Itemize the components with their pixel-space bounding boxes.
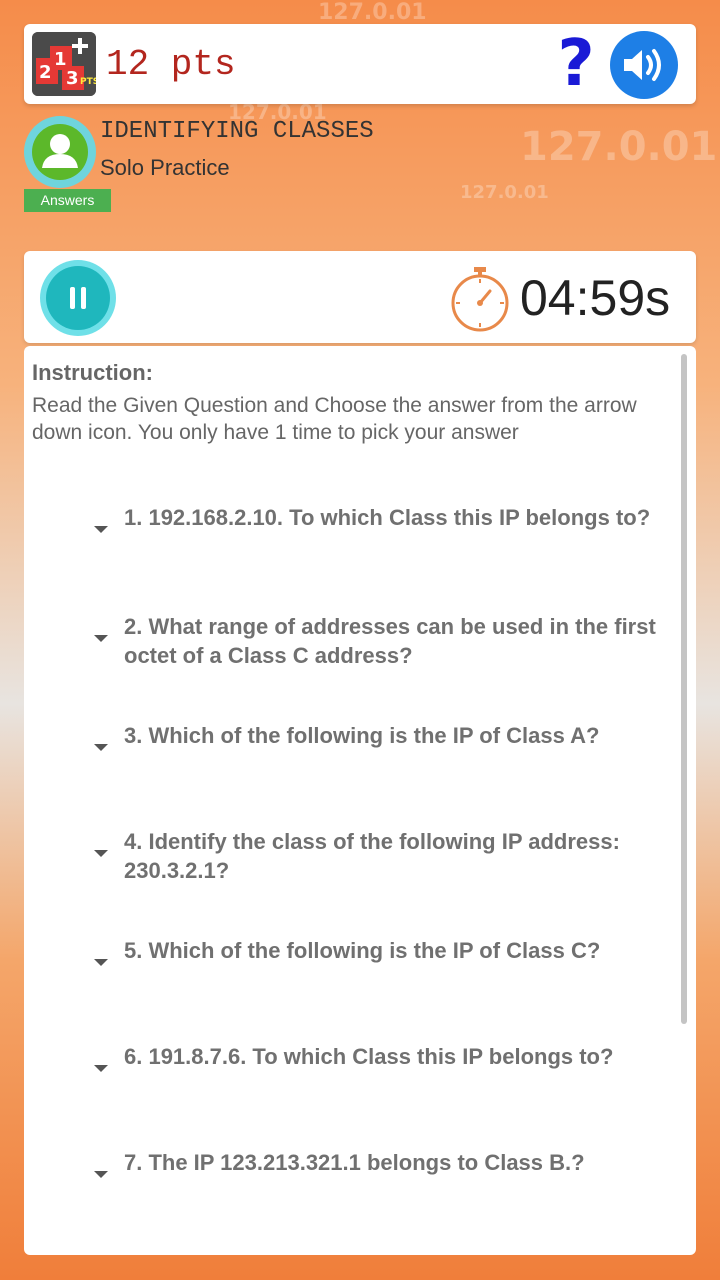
- points-badge-icon: 2 1 3 PTS: [32, 32, 96, 96]
- chevron-down-icon[interactable]: [94, 1065, 108, 1072]
- chevron-down-icon[interactable]: [94, 635, 108, 642]
- pause-button[interactable]: [40, 260, 116, 336]
- help-icon[interactable]: ?: [552, 32, 600, 96]
- chevron-down-icon[interactable]: [94, 850, 108, 857]
- chevron-down-icon[interactable]: [94, 959, 108, 966]
- answers-button[interactable]: Answers: [24, 189, 111, 212]
- user-icon: [32, 124, 88, 180]
- top-bar: 2 1 3 PTS 12 pts ?: [24, 24, 696, 104]
- timer-bar: 04:59s: [24, 251, 696, 343]
- question-item[interactable]: 2. What range of addresses can be used i…: [124, 612, 664, 670]
- background-watermark: 127.0.01: [318, 0, 427, 25]
- question-item[interactable]: 4. Identify the class of the following I…: [124, 827, 664, 885]
- chevron-down-icon[interactable]: [94, 1171, 108, 1178]
- sound-button[interactable]: [610, 31, 678, 99]
- logo-pts: PTS: [80, 77, 96, 87]
- points-label: 12 pts: [106, 44, 236, 85]
- question-item[interactable]: 1. 192.168.2.10. To which Class this IP …: [124, 503, 664, 532]
- pause-icon: [46, 266, 110, 330]
- mode-subtitle: Solo Practice: [100, 155, 230, 180]
- scrollbar[interactable]: [681, 354, 687, 1024]
- question-panel[interactable]: Instruction: Read the Given Question and…: [24, 346, 696, 1255]
- page-title: IDENTIFYING CLASSES: [100, 118, 374, 145]
- stopwatch-icon: [451, 267, 509, 332]
- logo-digit: 3: [66, 68, 79, 89]
- question-item[interactable]: 3. Which of the following is the IP of C…: [124, 721, 664, 750]
- logo-digit: 1: [54, 49, 67, 70]
- chevron-down-icon[interactable]: [94, 526, 108, 533]
- question-item[interactable]: 5. Which of the following is the IP of C…: [124, 936, 664, 965]
- countdown-time: 04:59s: [520, 270, 671, 326]
- background-watermark: 127.0.01: [460, 182, 549, 203]
- instruction-label: Instruction:: [32, 360, 153, 385]
- speaker-icon: [624, 49, 661, 81]
- question-item[interactable]: 7. The IP 123.213.321.1 belongs to Class…: [124, 1148, 664, 1177]
- background-watermark: 127.0.01: [520, 124, 718, 170]
- avatar: [24, 116, 96, 188]
- chevron-down-icon[interactable]: [94, 744, 108, 751]
- instruction-text: Read the Given Question and Choose the a…: [32, 394, 637, 444]
- logo-digit: 2: [39, 62, 52, 83]
- question-item[interactable]: 6. 191.8.7.6. To which Class this IP bel…: [124, 1042, 664, 1071]
